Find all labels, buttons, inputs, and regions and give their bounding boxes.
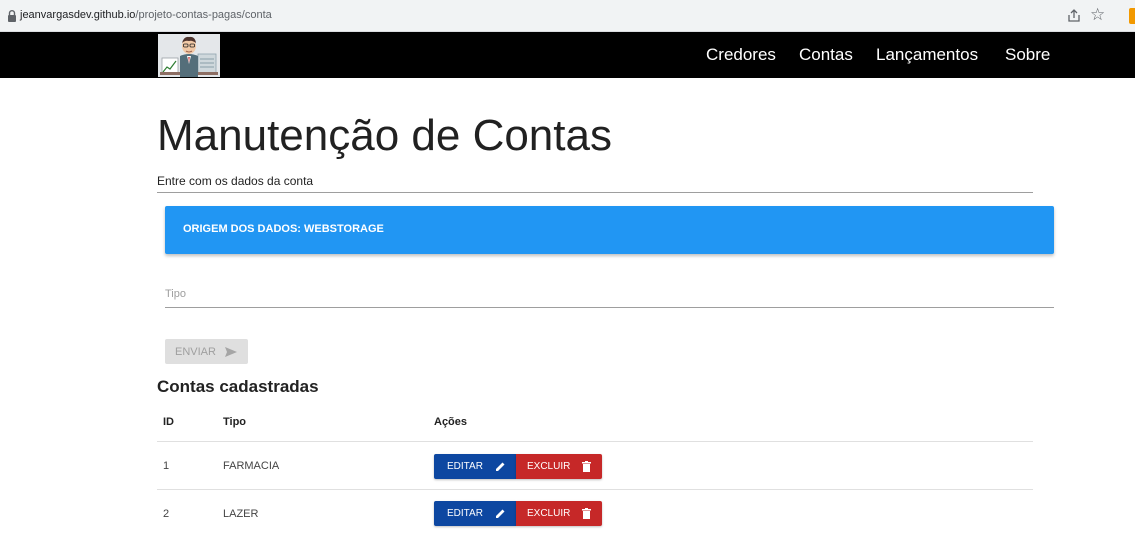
nav-item-contas[interactable]: Contas (799, 45, 853, 65)
edit-button[interactable]: EDITAR (434, 501, 516, 526)
edit-button-label: EDITAR (447, 461, 483, 472)
star-icon[interactable]: ☆ (1090, 5, 1105, 25)
delete-button-label: EXCLUIR (527, 508, 571, 519)
submit-button-label: ENVIAR (175, 345, 216, 358)
pencil-icon (495, 508, 506, 519)
column-header-tipo: Tipo (223, 416, 247, 428)
top-navbar: Credores Contas Lançamentos Sobre (0, 32, 1135, 78)
pencil-icon (495, 461, 506, 472)
row-divider (157, 489, 1033, 490)
edit-button[interactable]: EDITAR (434, 454, 516, 479)
column-header-acoes: Ações (434, 416, 468, 428)
person-at-desk-logo[interactable] (158, 34, 220, 77)
page-title: Manutenção de Contas (157, 111, 612, 160)
nav-item-sobre[interactable]: Sobre (1005, 45, 1050, 65)
tipo-input[interactable] (165, 280, 1054, 308)
edit-button-label: EDITAR (447, 508, 483, 519)
trash-icon (582, 461, 592, 472)
trash-icon (582, 508, 592, 519)
divider (157, 192, 1033, 193)
row-tipo: FARMACIA (223, 460, 280, 472)
url-host: jeanvargasdev.github.io (20, 9, 136, 21)
nav-item-lancamentos[interactable]: Lançamentos (876, 45, 978, 65)
submit-button[interactable]: ENVIAR (165, 339, 248, 364)
delete-button[interactable]: EXCLUIR (516, 454, 602, 479)
browser-address-bar: jeanvargasdev.github.io/projeto-contas-p… (0, 0, 1135, 32)
row-id: 1 (163, 460, 170, 472)
row-tipo: LAZER (223, 508, 259, 520)
url-text[interactable]: jeanvargasdev.github.io/projeto-contas-p… (20, 9, 272, 21)
delete-button[interactable]: EXCLUIR (516, 501, 602, 526)
extension-icon[interactable] (1129, 8, 1135, 24)
send-icon (224, 346, 237, 357)
header-divider (157, 441, 1033, 442)
delete-button-label: EXCLUIR (527, 461, 571, 472)
row-id: 2 (163, 508, 170, 520)
share-icon[interactable] (1066, 8, 1082, 24)
lock-icon (8, 10, 16, 22)
section-title: Contas cadastradas (157, 377, 319, 396)
url-path: /projeto-contas-pagas/conta (135, 9, 272, 21)
data-source-banner: ORIGEM DOS DADOS: WEBSTORAGE (165, 206, 1054, 254)
data-source-text: ORIGEM DOS DADOS: WEBSTORAGE (183, 223, 384, 235)
nav-item-credores[interactable]: Credores (706, 45, 776, 65)
page-subtitle: Entre com os dados da conta (157, 174, 314, 188)
column-header-id: ID (163, 416, 174, 428)
